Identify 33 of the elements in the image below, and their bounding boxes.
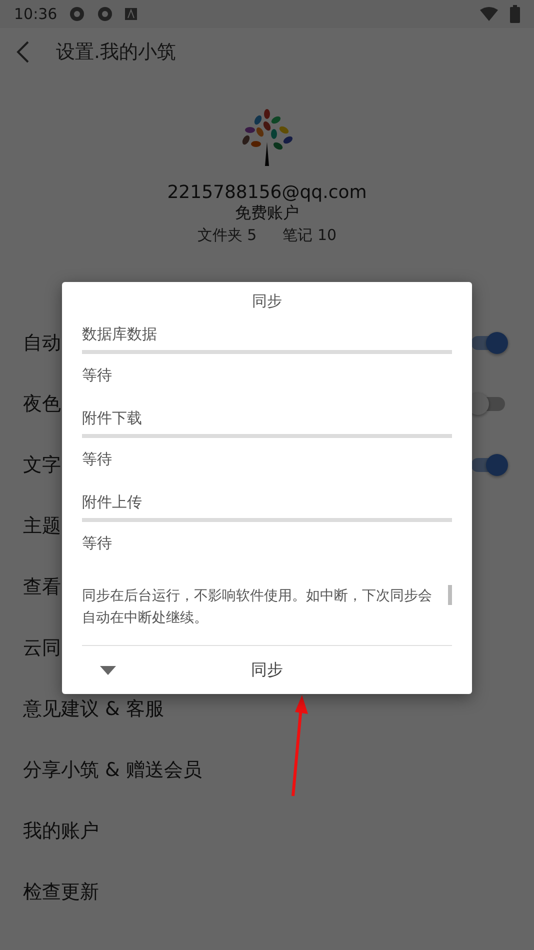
task-name: 附件上传 xyxy=(82,493,143,512)
settings-item[interactable]: 自动 xyxy=(23,330,61,356)
wifi-icon xyxy=(480,7,498,21)
account-email: 2215788156@qq.com xyxy=(167,182,367,203)
app-icon xyxy=(97,6,114,22)
settings-item[interactable]: 文字 xyxy=(23,452,61,478)
caret-icon[interactable] xyxy=(100,666,116,674)
back-icon[interactable] xyxy=(16,41,30,63)
settings-item[interactable]: 夜色 xyxy=(23,390,61,416)
task-name: 数据库数据 xyxy=(82,325,158,344)
settings-item[interactable]: 我的账户 xyxy=(23,818,99,844)
status-time: 10:36 xyxy=(14,5,58,23)
settings-item[interactable]: 检查更新 xyxy=(23,878,99,904)
settings-item[interactable]: 意见建议 & 客服 xyxy=(23,696,164,722)
sync-button[interactable]: 同步 xyxy=(231,654,303,686)
keyboard-icon xyxy=(125,8,138,20)
settings-item[interactable]: 分享小筑 & 赠送会员 xyxy=(23,756,202,782)
settings-item[interactable]: 查看 xyxy=(23,574,61,600)
battery-icon xyxy=(510,5,520,23)
scrollbar-thumb[interactable] xyxy=(448,585,452,605)
task-status: 等待 xyxy=(82,366,113,385)
page-title: 设置.我的小筑 xyxy=(56,40,176,65)
task-name: 附件下载 xyxy=(82,409,143,428)
account-plan: 免费账户 xyxy=(235,203,299,224)
app-icon xyxy=(69,6,86,22)
sync-note: 同步在后台运行，不影响软件使用。如中断，下次同步会自动在中断处继续。 xyxy=(82,587,433,628)
dialog-title: 同步 xyxy=(252,292,282,311)
task-status: 等待 xyxy=(82,450,113,469)
note-count: 笔记 10 xyxy=(282,226,337,245)
settings-item[interactable]: 主题 xyxy=(23,512,61,538)
settings-item[interactable]: 云同 xyxy=(23,634,61,660)
task-status: 等待 xyxy=(82,534,113,553)
folder-count: 文件夹 5 xyxy=(197,226,257,245)
